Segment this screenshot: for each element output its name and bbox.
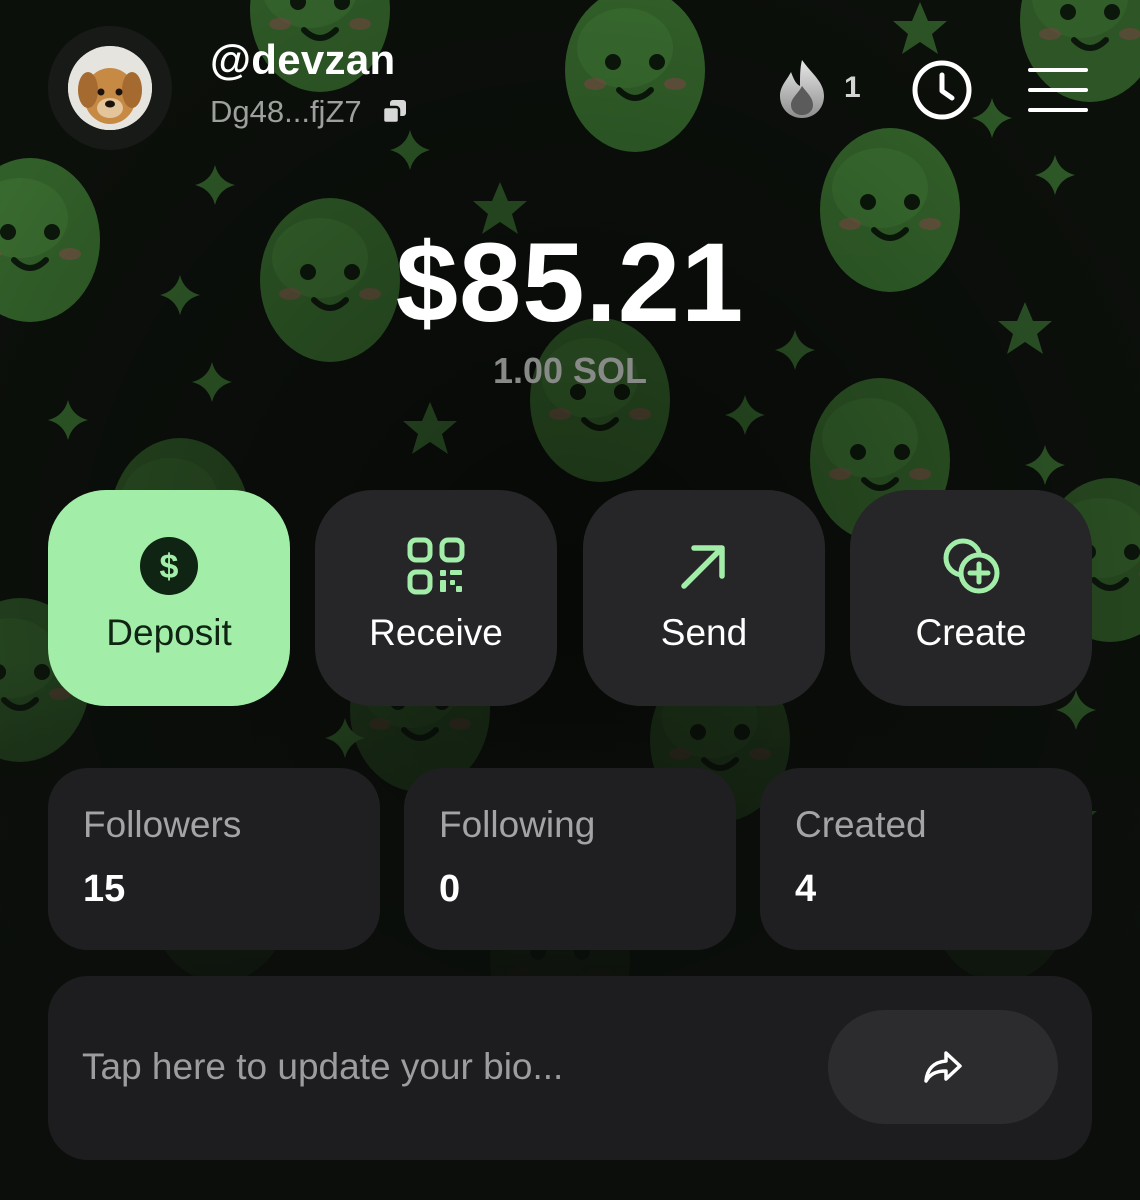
stat-label: Followers — [83, 804, 242, 845]
create-button[interactable]: Create — [850, 490, 1092, 706]
deposit-label: Deposit — [106, 612, 232, 653]
dollar-circle-icon: $ — [140, 537, 198, 595]
flame-icon — [780, 60, 824, 118]
coins-plus-icon — [943, 538, 1000, 594]
stat-created[interactable]: Created 4 — [760, 768, 1092, 950]
wallet-address-row[interactable]: Dg48...fjZ7 — [210, 94, 410, 130]
copy-icon[interactable] — [380, 97, 410, 127]
stat-value: 15 — [83, 868, 126, 910]
clock-icon[interactable] — [910, 58, 974, 122]
hamburger-menu-icon[interactable] — [1028, 66, 1088, 114]
arrow-up-right-icon — [681, 545, 725, 589]
avatar[interactable] — [48, 26, 172, 150]
receive-button[interactable]: Receive — [315, 490, 557, 706]
stat-following[interactable]: Following 0 — [404, 768, 736, 950]
avatar-image — [68, 46, 152, 130]
streak-count: 1 — [844, 71, 861, 104]
balance-usd: $85.21 — [395, 220, 745, 345]
stat-followers[interactable]: Followers 15 — [48, 768, 380, 950]
stat-label: Following — [439, 804, 596, 845]
svg-text:$: $ — [160, 548, 179, 586]
deposit-button[interactable]: $ Deposit — [48, 490, 290, 706]
username: @devzan — [210, 36, 396, 83]
create-label: Create — [915, 612, 1027, 653]
receive-label: Receive — [369, 612, 503, 653]
stat-value: 4 — [795, 868, 817, 910]
bio-placeholder[interactable]: Tap here to update your bio... — [82, 1046, 563, 1088]
qr-code-icon — [407, 537, 465, 595]
send-button[interactable]: Send — [583, 490, 825, 706]
stat-label: Created — [795, 804, 927, 845]
share-arrow-icon — [924, 1051, 962, 1083]
share-button[interactable] — [828, 1010, 1058, 1124]
stat-value: 0 — [439, 868, 461, 910]
wallet-address: Dg48...fjZ7 — [210, 94, 362, 129]
bio-card[interactable]: Tap here to update your bio... — [48, 976, 1092, 1160]
send-label: Send — [660, 612, 748, 653]
streak-counter[interactable]: 1 — [774, 56, 861, 120]
balance-sol: 1.00 SOL — [492, 350, 648, 391]
